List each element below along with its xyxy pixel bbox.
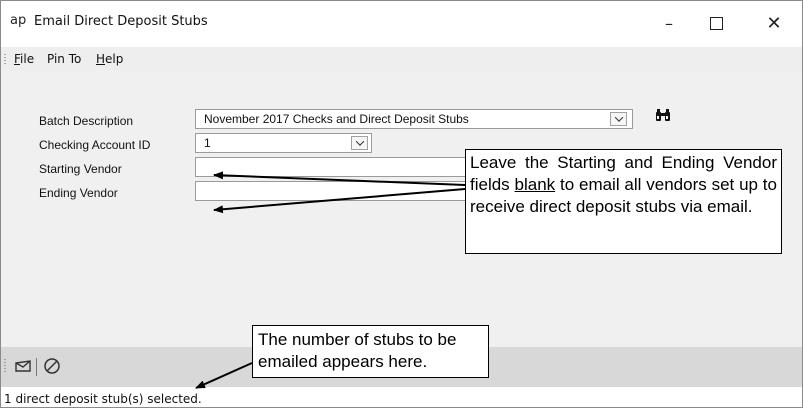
email-icon[interactable] bbox=[13, 356, 33, 376]
starting-vendor-field[interactable] bbox=[195, 157, 468, 177]
maximize-button[interactable] bbox=[693, 1, 739, 45]
starting-vendor-label: Starting Vendor bbox=[39, 162, 122, 176]
chevron-down-icon[interactable] bbox=[351, 136, 368, 150]
batch-description-value: November 2017 Checks and Direct Deposit … bbox=[204, 112, 469, 126]
menu-bar: File Pin To Help bbox=[1, 47, 802, 71]
maximize-icon bbox=[709, 16, 723, 30]
batch-description-select[interactable]: November 2017 Checks and Direct Deposit … bbox=[195, 109, 633, 129]
vendor-fields-callout: Leave the Starting and Ending Vendor fie… bbox=[465, 149, 782, 254]
ending-vendor-field[interactable] bbox=[195, 181, 468, 201]
menu-help[interactable]: Help bbox=[96, 52, 123, 66]
menu-grip[interactable] bbox=[4, 53, 6, 65]
window-title: Email Direct Deposit Stubs bbox=[34, 14, 208, 29]
toolbar-grip[interactable] bbox=[4, 358, 6, 374]
close-icon: ✕ bbox=[766, 12, 782, 34]
app-icon: ap bbox=[10, 13, 27, 28]
status-bar: 1 direct deposit stub(s) selected. bbox=[1, 387, 802, 407]
toolbar-separator bbox=[36, 358, 37, 376]
binoculars-icon[interactable] bbox=[655, 108, 671, 122]
close-button[interactable]: ✕ bbox=[751, 1, 797, 45]
stub-count-callout: The number of stubs to be emailed appear… bbox=[252, 325, 489, 378]
ending-vendor-label: Ending Vendor bbox=[39, 186, 118, 200]
status-text: 1 direct deposit stub(s) selected. bbox=[4, 392, 202, 406]
menu-file[interactable]: File bbox=[14, 52, 34, 66]
title-bar: ap Email Direct Deposit Stubs – ✕ bbox=[1, 1, 802, 45]
minimize-button[interactable]: – bbox=[646, 1, 692, 45]
minimize-icon: – bbox=[665, 13, 673, 33]
chevron-down-icon[interactable] bbox=[610, 112, 627, 126]
cancel-icon[interactable] bbox=[42, 356, 62, 376]
checking-account-value: 1 bbox=[204, 136, 211, 150]
checking-account-label: Checking Account ID bbox=[39, 138, 151, 152]
menu-pin-to[interactable]: Pin To bbox=[47, 52, 81, 66]
batch-description-label: Batch Description bbox=[39, 114, 134, 128]
checking-account-select[interactable]: 1 bbox=[195, 133, 372, 153]
